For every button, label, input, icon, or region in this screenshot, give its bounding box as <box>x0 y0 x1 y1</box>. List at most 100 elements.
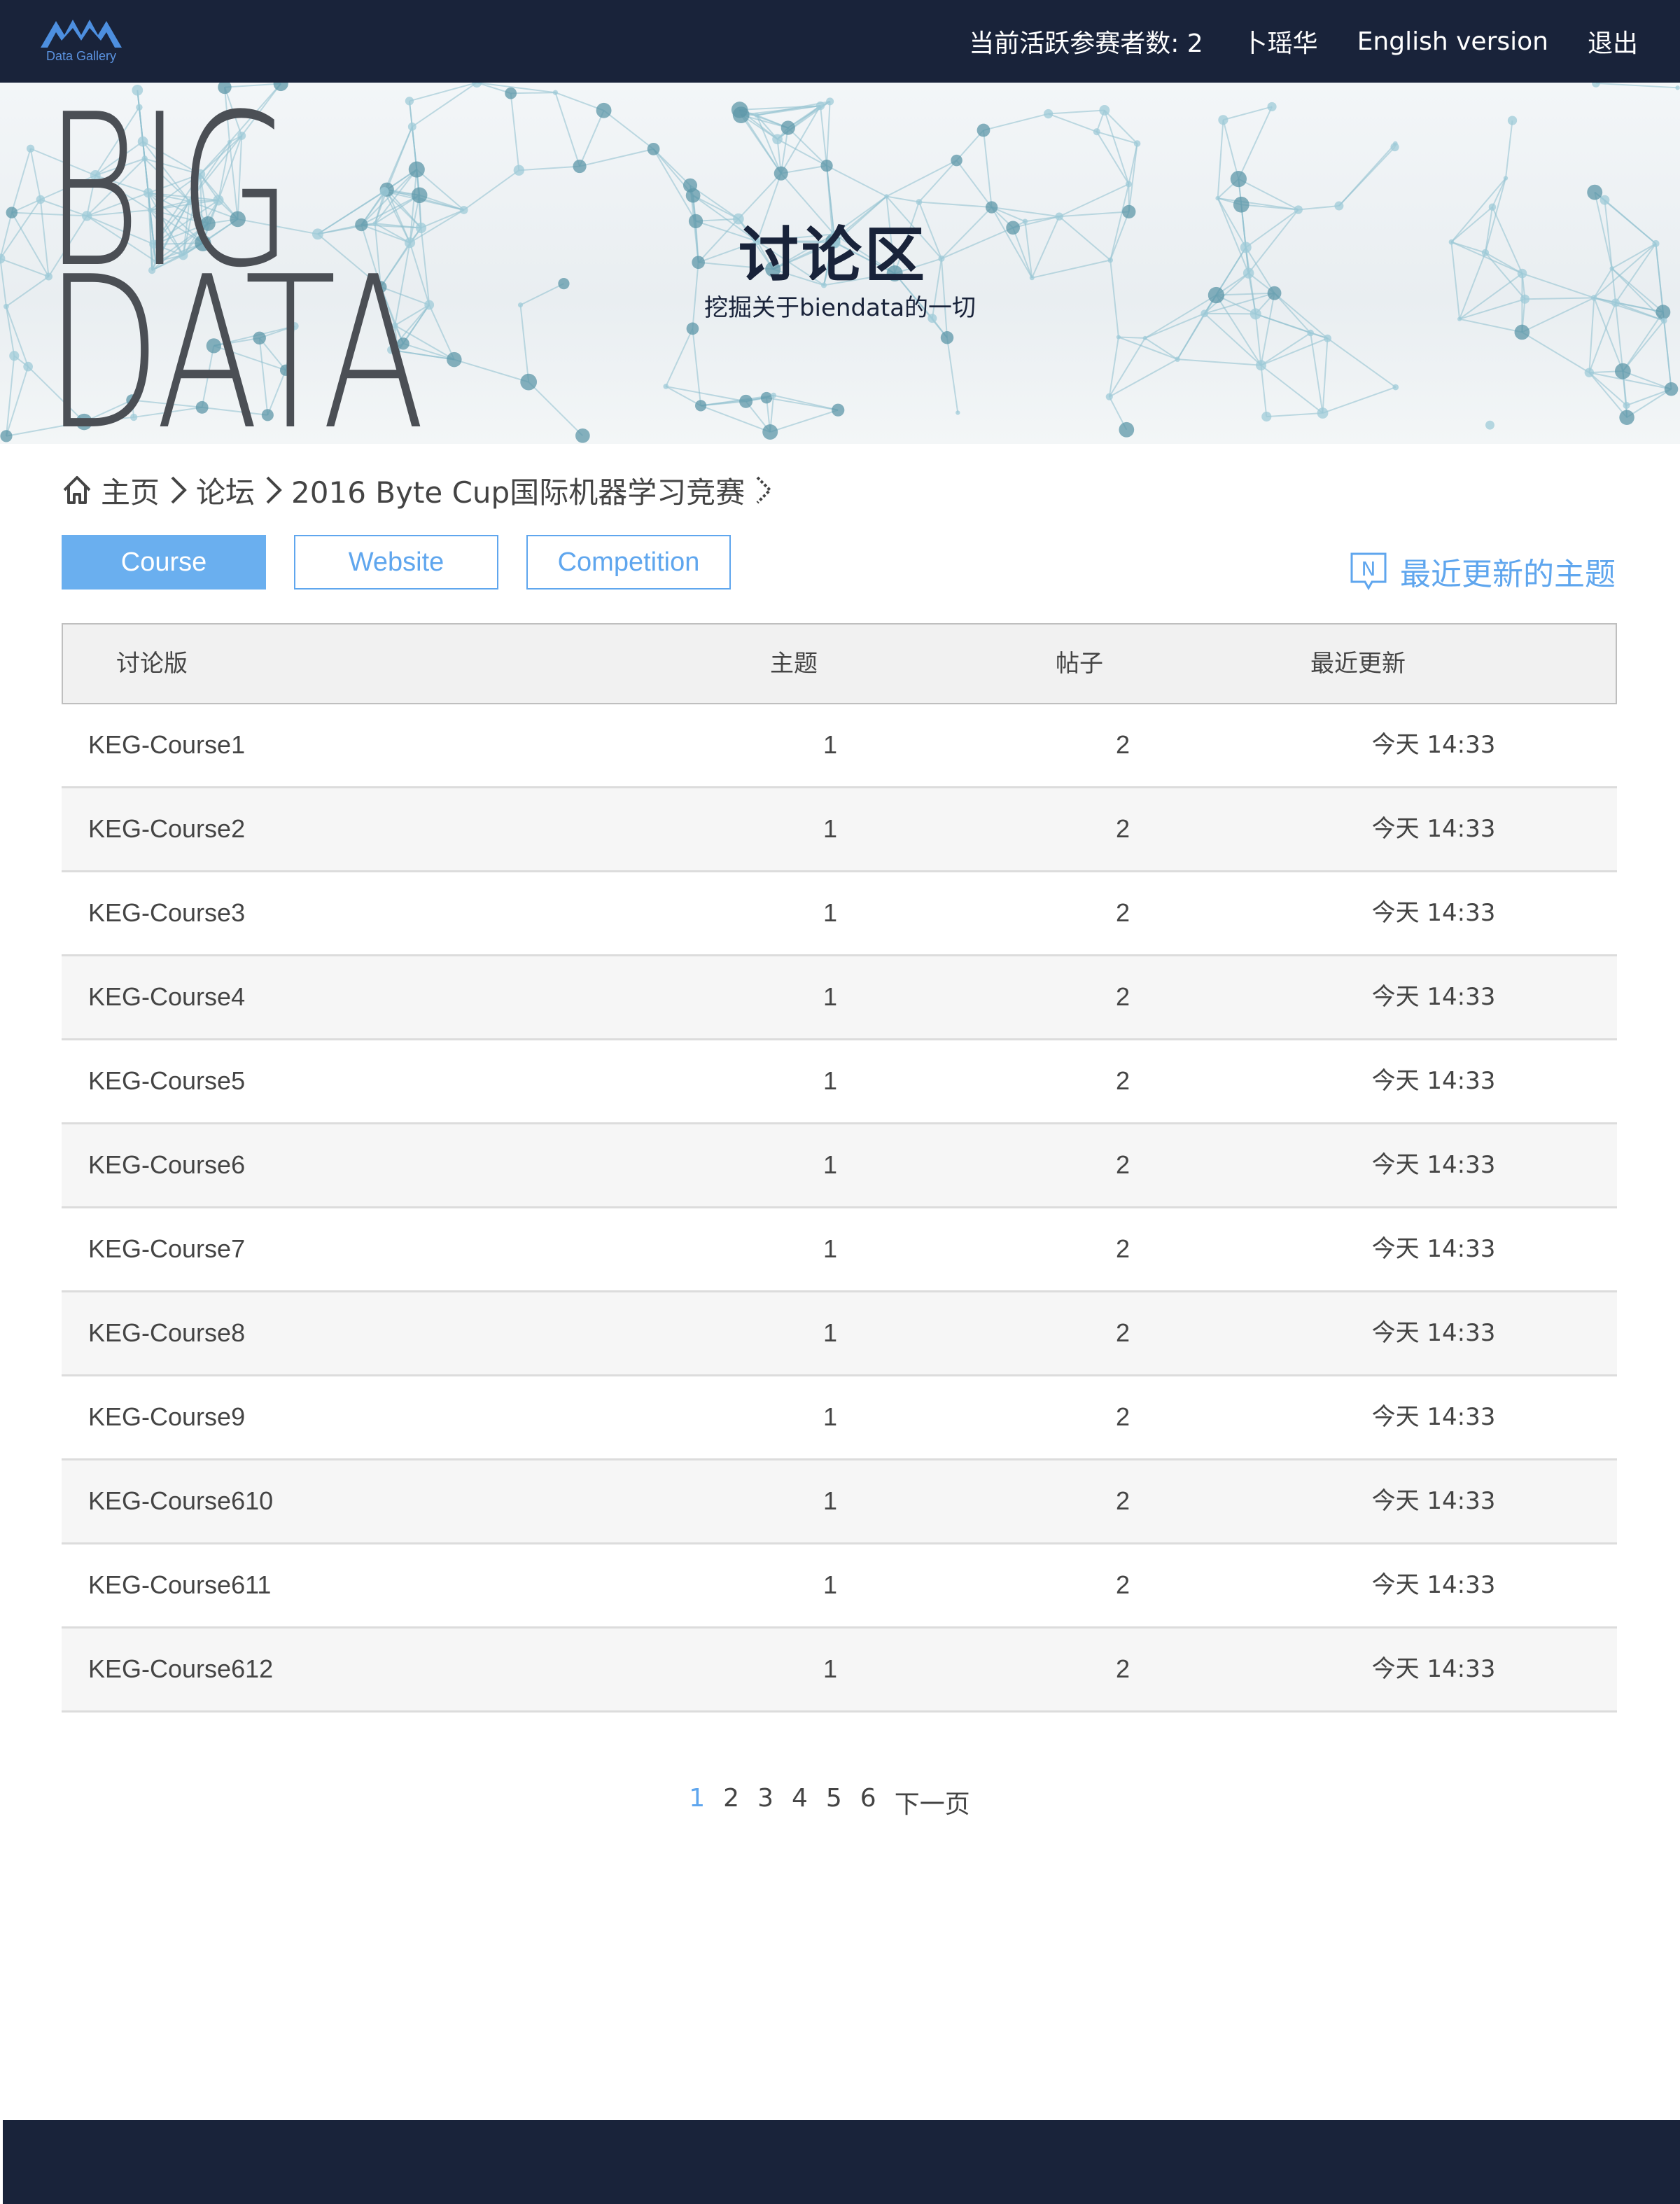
header-posts: 帖子 <box>1056 650 1103 678</box>
active-participants-count: 当前活跃参赛者数: 2 <box>969 29 1203 58</box>
table-row[interactable]: KEG-Course6 1 2 今天 14:33 <box>62 1124 1617 1208</box>
header-board: 讨论版 <box>116 650 188 678</box>
breadcrumb-home[interactable]: 主页 <box>101 469 160 512</box>
chevron-right-icon <box>171 476 187 504</box>
page-subtitle: 挖掘关于biendata的一切 <box>704 294 976 322</box>
last-updated-time: 今天 14:33 <box>1371 1319 1496 1347</box>
table-row[interactable]: KEG-Course611 1 2 今天 14:33 <box>62 1544 1617 1628</box>
board-name-link[interactable]: KEG-Course9 <box>88 1376 245 1458</box>
table-row[interactable]: KEG-Course1 1 2 今天 14:33 <box>62 704 1617 788</box>
header-topics: 主题 <box>770 650 818 678</box>
board-name-link[interactable]: KEG-Course4 <box>88 956 245 1038</box>
last-updated-time: 今天 14:33 <box>1371 1571 1496 1599</box>
last-updated-time: 今天 14:33 <box>1371 1403 1496 1431</box>
board-name-link[interactable]: KEG-Course610 <box>88 1460 273 1542</box>
board-name-link[interactable]: KEG-Course1 <box>88 704 245 786</box>
page-footer <box>3 2120 1680 2204</box>
table-row[interactable]: KEG-Course612 1 2 今天 14:33 <box>62 1628 1617 1713</box>
last-updated-time: 今天 14:33 <box>1371 731 1496 759</box>
table-row[interactable]: KEG-Course8 1 2 今天 14:33 <box>62 1292 1617 1376</box>
top-navbar: Data Gallery 当前活跃参赛者数: 2 卜瑶华 English ver… <box>0 0 1680 83</box>
topic-count: 1 <box>822 1066 838 1095</box>
category-tabs: Course Website Competition <box>62 535 731 590</box>
topic-count: 1 <box>822 898 838 927</box>
page-link[interactable]: 6 <box>860 1784 876 1820</box>
table-row[interactable]: KEG-Course3 1 2 今天 14:33 <box>62 872 1617 956</box>
post-count: 2 <box>1115 730 1130 759</box>
topic-count: 1 <box>822 1234 838 1263</box>
board-name-link[interactable]: KEG-Course3 <box>88 872 245 954</box>
tab-competition[interactable]: Competition <box>526 535 731 590</box>
post-count: 2 <box>1115 1066 1130 1095</box>
post-count: 2 <box>1115 1234 1130 1263</box>
last-updated-time: 今天 14:33 <box>1371 983 1496 1011</box>
recent-topics-label: 最近更新的主题 <box>1400 557 1616 592</box>
topic-count: 1 <box>822 1402 838 1431</box>
topic-count: 1 <box>822 1486 838 1515</box>
topic-count: 1 <box>822 1318 838 1347</box>
last-updated-time: 今天 14:33 <box>1371 815 1496 843</box>
board-name-link[interactable]: KEG-Course2 <box>88 788 245 870</box>
board-name-link[interactable]: KEG-Course7 <box>88 1208 245 1290</box>
table-row[interactable]: KEG-Course9 1 2 今天 14:33 <box>62 1376 1617 1460</box>
table-row[interactable]: KEG-Course5 1 2 今天 14:33 <box>62 1040 1617 1124</box>
last-updated-time: 今天 14:33 <box>1371 1235 1496 1263</box>
board-name-link[interactable]: KEG-Course612 <box>88 1628 273 1710</box>
next-page-link[interactable]: 下一页 <box>895 1784 970 1820</box>
breadcrumb-competition[interactable]: 2016 Byte Cup国际机器学习竞赛 <box>291 469 745 512</box>
page-link[interactable]: 4 <box>792 1784 808 1820</box>
new-topic-icon-letter: N <box>1362 557 1376 580</box>
home-icon[interactable] <box>60 473 94 507</box>
english-version-link[interactable]: English version <box>1357 27 1548 56</box>
post-count: 2 <box>1115 814 1130 843</box>
page-link[interactable]: 5 <box>826 1784 842 1820</box>
post-count: 2 <box>1115 1150 1130 1179</box>
logo-text: Data Gallery <box>46 49 117 63</box>
topic-count: 1 <box>822 982 838 1011</box>
board-name-link[interactable]: KEG-Course8 <box>88 1292 245 1374</box>
mountain-logo-icon <box>41 20 122 48</box>
post-count: 2 <box>1115 982 1130 1011</box>
last-updated-time: 今天 14:33 <box>1371 899 1496 927</box>
forum-board-table: 讨论版 主题 帖子 最近更新 KEG-Course1 1 2 今天 14:33 KEG-… <box>62 623 1617 1713</box>
last-updated-time: 今天 14:33 <box>1371 1655 1496 1683</box>
chevron-right-icon <box>266 476 282 504</box>
last-updated-time: 今天 14:33 <box>1371 1151 1496 1179</box>
recent-topics-link[interactable]: N 最近更新的主题 <box>1350 549 1616 594</box>
table-header: 讨论版 主题 帖子 最近更新 <box>62 623 1617 704</box>
table-row[interactable]: KEG-Course4 1 2 今天 14:33 <box>62 956 1617 1040</box>
board-name-link[interactable]: KEG-Course611 <box>88 1544 271 1626</box>
topic-count: 1 <box>822 1570 838 1599</box>
header-last-updated: 最近更新 <box>1310 650 1406 678</box>
pagination: 1 2 3 4 5 6 下一页 <box>0 1784 1680 1820</box>
tab-course[interactable]: Course <box>62 535 266 590</box>
topic-count: 1 <box>822 730 838 759</box>
page-link[interactable]: 2 <box>723 1784 739 1820</box>
table-row[interactable]: KEG-Course2 1 2 今天 14:33 <box>62 788 1617 872</box>
breadcrumb: 主页 论坛 2016 Byte Cup国际机器学习竞赛 <box>60 468 774 512</box>
board-name-link[interactable]: KEG-Course5 <box>88 1040 245 1122</box>
breadcrumb-forum[interactable]: 论坛 <box>196 469 255 512</box>
topic-count: 1 <box>822 1150 838 1179</box>
post-count: 2 <box>1115 1402 1130 1431</box>
data-gallery-logo[interactable]: Data Gallery <box>41 15 125 64</box>
user-name-link[interactable]: 卜瑶华 <box>1242 23 1318 60</box>
forum-banner: BIG DATA 讨论区 挖掘关于biendata的一切 <box>0 83 1680 444</box>
new-topic-icon: N <box>1350 552 1387 591</box>
post-count: 2 <box>1115 1318 1130 1347</box>
tab-website[interactable]: Website <box>294 535 498 590</box>
table-row[interactable]: KEG-Course7 1 2 今天 14:33 <box>62 1208 1617 1292</box>
last-updated-time: 今天 14:33 <box>1371 1067 1496 1095</box>
top-nav-links: 当前活跃参赛者数: 2 卜瑶华 English version 退出 <box>969 0 1638 83</box>
page-link[interactable]: 3 <box>757 1784 774 1820</box>
post-count: 2 <box>1115 1654 1130 1683</box>
logout-link[interactable]: 退出 <box>1588 23 1638 60</box>
post-count: 2 <box>1115 898 1130 927</box>
last-updated-time: 今天 14:33 <box>1371 1487 1496 1515</box>
post-count: 2 <box>1115 1486 1130 1515</box>
topic-count: 1 <box>822 814 838 843</box>
board-name-link[interactable]: KEG-Course6 <box>88 1124 245 1206</box>
page-title: 讨论区 <box>738 221 927 291</box>
table-row[interactable]: KEG-Course610 1 2 今天 14:33 <box>62 1460 1617 1544</box>
page-current[interactable]: 1 <box>689 1784 705 1820</box>
